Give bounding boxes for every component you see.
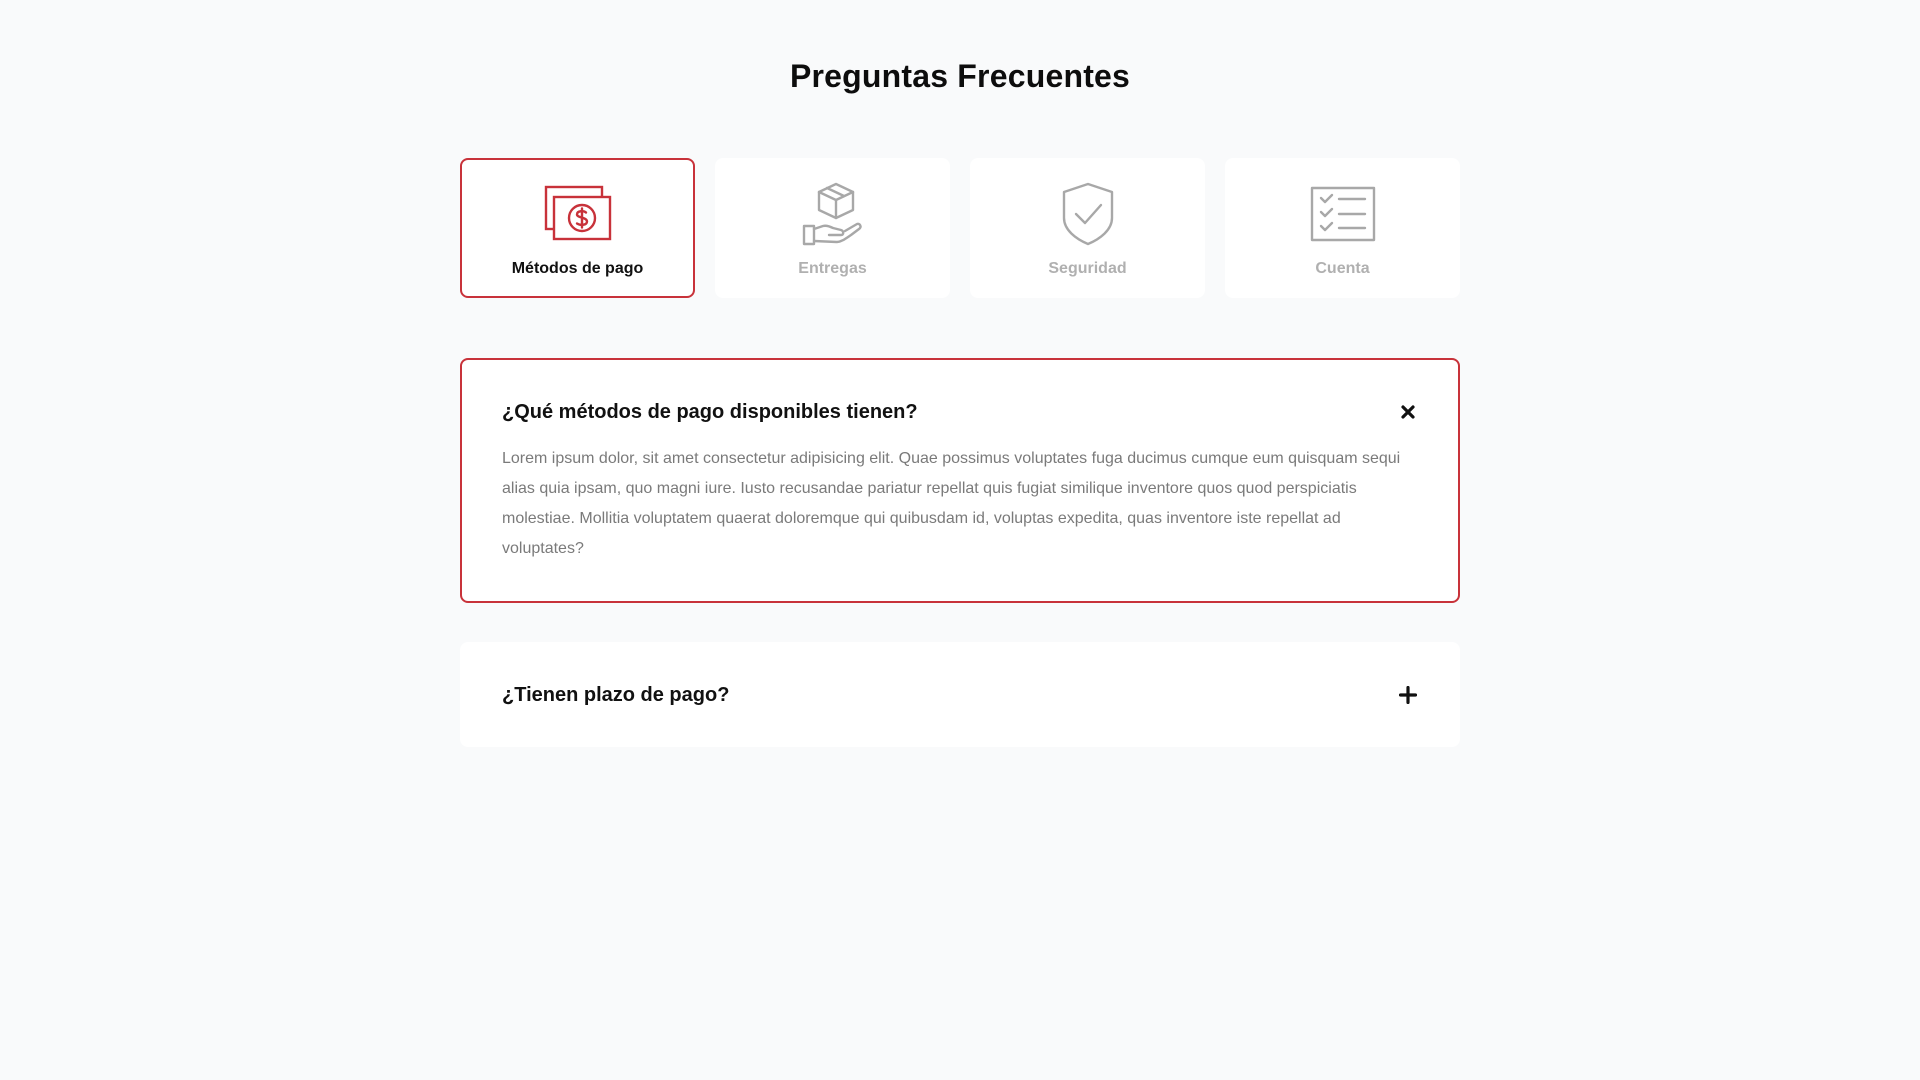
package-hand-icon [799,182,867,246]
faq-item-header[interactable]: ¿Qué métodos de pago disponibles tienen? [502,400,1418,424]
plus-icon[interactable] [1398,685,1418,705]
tab-label: Entregas [798,260,867,277]
faq-item-header[interactable]: ¿Tienen plazo de pago? [502,682,1418,708]
close-icon[interactable] [1398,402,1418,422]
faq-item-open: ¿Qué métodos de pago disponibles tienen?… [460,358,1460,603]
faq-answer: Lorem ipsum dolor, sit amet consectetur … [502,450,1401,557]
tab-label: Seguridad [1048,260,1127,277]
checklist-icon [1309,182,1377,246]
shield-check-icon [1054,182,1122,246]
tab-label: Métodos de pago [511,260,644,277]
faq-category-tabs: Métodos de pago Entregas Seguridad Cuent… [460,158,1460,298]
tab-cuenta[interactable]: Cuenta [1225,158,1460,298]
tab-seguridad[interactable]: Seguridad [970,158,1205,298]
faq-question: ¿Tienen plazo de pago? [502,683,730,706]
faq-question: ¿Qué métodos de pago disponibles tienen? [502,400,918,423]
tab-label: Cuenta [1315,260,1370,277]
tab-entregas[interactable]: Entregas [715,158,950,298]
tab-metodos-de-pago[interactable]: Métodos de pago [460,158,695,298]
page-title: Preguntas Frecuentes [789,58,1131,94]
faq-item-collapsed: ¿Tienen plazo de pago? [460,642,1460,747]
money-icon [544,182,612,246]
